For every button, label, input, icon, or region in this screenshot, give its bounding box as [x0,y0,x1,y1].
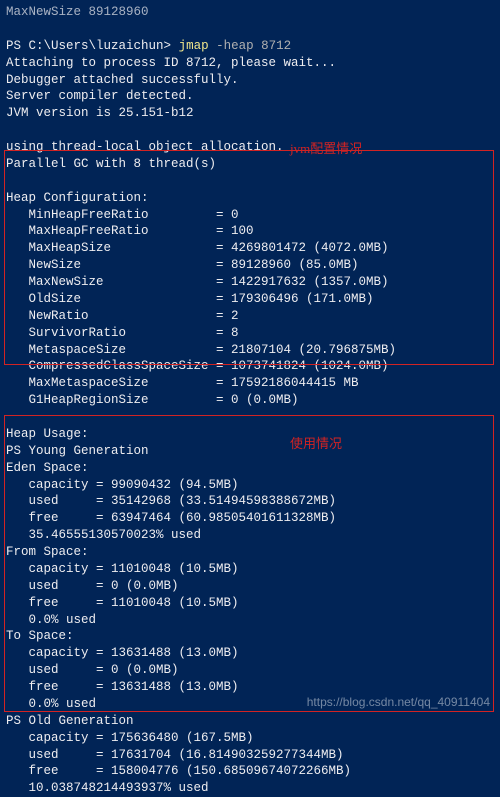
usage-row: free = 11010048 (10.5MB) [6,595,494,612]
config-row: SurvivorRatio = 8 [6,325,494,342]
usage-row: used = 35142968 (33.51494598388672MB) [6,493,494,510]
annot-config: jvm配置情况 [290,140,362,158]
usage-row: capacity = 175636480 (167.5MB) [6,730,494,747]
output-line [6,122,494,139]
heap-usage-title: Heap Usage: [6,426,494,443]
config-row: MinHeapFreeRatio = 0 [6,207,494,224]
output-line: JVM version is 25.151-b12 [6,105,494,122]
heap-config-title: Heap Configuration: [6,190,494,207]
heap-usage-block: Eden Space: capacity = 99090432 (94.5MB)… [6,460,494,797]
blank [6,409,494,426]
space-title: From Space: [6,544,494,561]
young-gen-title: PS Young Generation [6,443,494,460]
config-row: MaxMetaspaceSize = 17592186044415 MB [6,375,494,392]
output-line: Parallel GC with 8 thread(s) [6,156,494,173]
old-gen-title: PS Old Generation [6,713,494,730]
config-row: MaxHeapSize = 4269801472 (4072.0MB) [6,240,494,257]
annot-usage: 使用情况 [290,435,342,453]
config-row: MetaspaceSize = 21807104 (20.796875MB) [6,342,494,359]
usage-row: capacity = 99090432 (94.5MB) [6,477,494,494]
usage-row: free = 63947464 (60.98505401611328MB) [6,510,494,527]
usage-pct: 10.038748214493937% used [6,780,494,797]
output-line: using thread-local object allocation. [6,139,494,156]
output-line: Debugger attached successfully. [6,72,494,89]
watermark: https://blog.csdn.net/qq_40911404 [307,694,490,710]
prompt-path: C:\Users\luzaichun [29,39,164,53]
partial-prev-line: MaxNewSize 89128960 [6,4,494,21]
usage-pct: 35.46555130570023% used [6,527,494,544]
prompt-ps: PS [6,39,29,53]
usage-pct: 0.0% used [6,612,494,629]
space-title: Eden Space: [6,460,494,477]
config-row: MaxNewSize = 1422917632 (1357.0MB) [6,274,494,291]
output-line: Attaching to process ID 8712, please wai… [6,55,494,72]
output-line [6,173,494,190]
usage-row: used = 0 (0.0MB) [6,662,494,679]
config-row: G1HeapRegionSize = 0 (0.0MB) [6,392,494,409]
config-row: NewSize = 89128960 (85.0MB) [6,257,494,274]
usage-row: used = 17631704 (16.814903259277344MB) [6,747,494,764]
usage-row: free = 158004776 (150.68509674072266MB) [6,763,494,780]
usage-row: capacity = 13631488 (13.0MB) [6,645,494,662]
heap-config-block: MinHeapFreeRatio = 0 MaxHeapFreeRatio = … [6,207,494,410]
usage-row: used = 0 (0.0MB) [6,578,494,595]
config-row: NewRatio = 2 [6,308,494,325]
usage-row: capacity = 11010048 (10.5MB) [6,561,494,578]
cmd-args: -heap 8712 [209,39,292,53]
output-line: Server compiler detected. [6,88,494,105]
output-header: Attaching to process ID 8712, please wai… [6,55,494,190]
config-row: MaxHeapFreeRatio = 100 [6,223,494,240]
prompt-sep: > [164,39,179,53]
config-row: CompressedClassSpaceSize = 1073741824 (1… [6,358,494,375]
prompt-line[interactable]: PS C:\Users\luzaichun> jmap -heap 8712 [6,21,494,55]
space-title: To Space: [6,628,494,645]
cmd-name: jmap [179,39,209,53]
config-row: OldSize = 179306496 (171.0MB) [6,291,494,308]
